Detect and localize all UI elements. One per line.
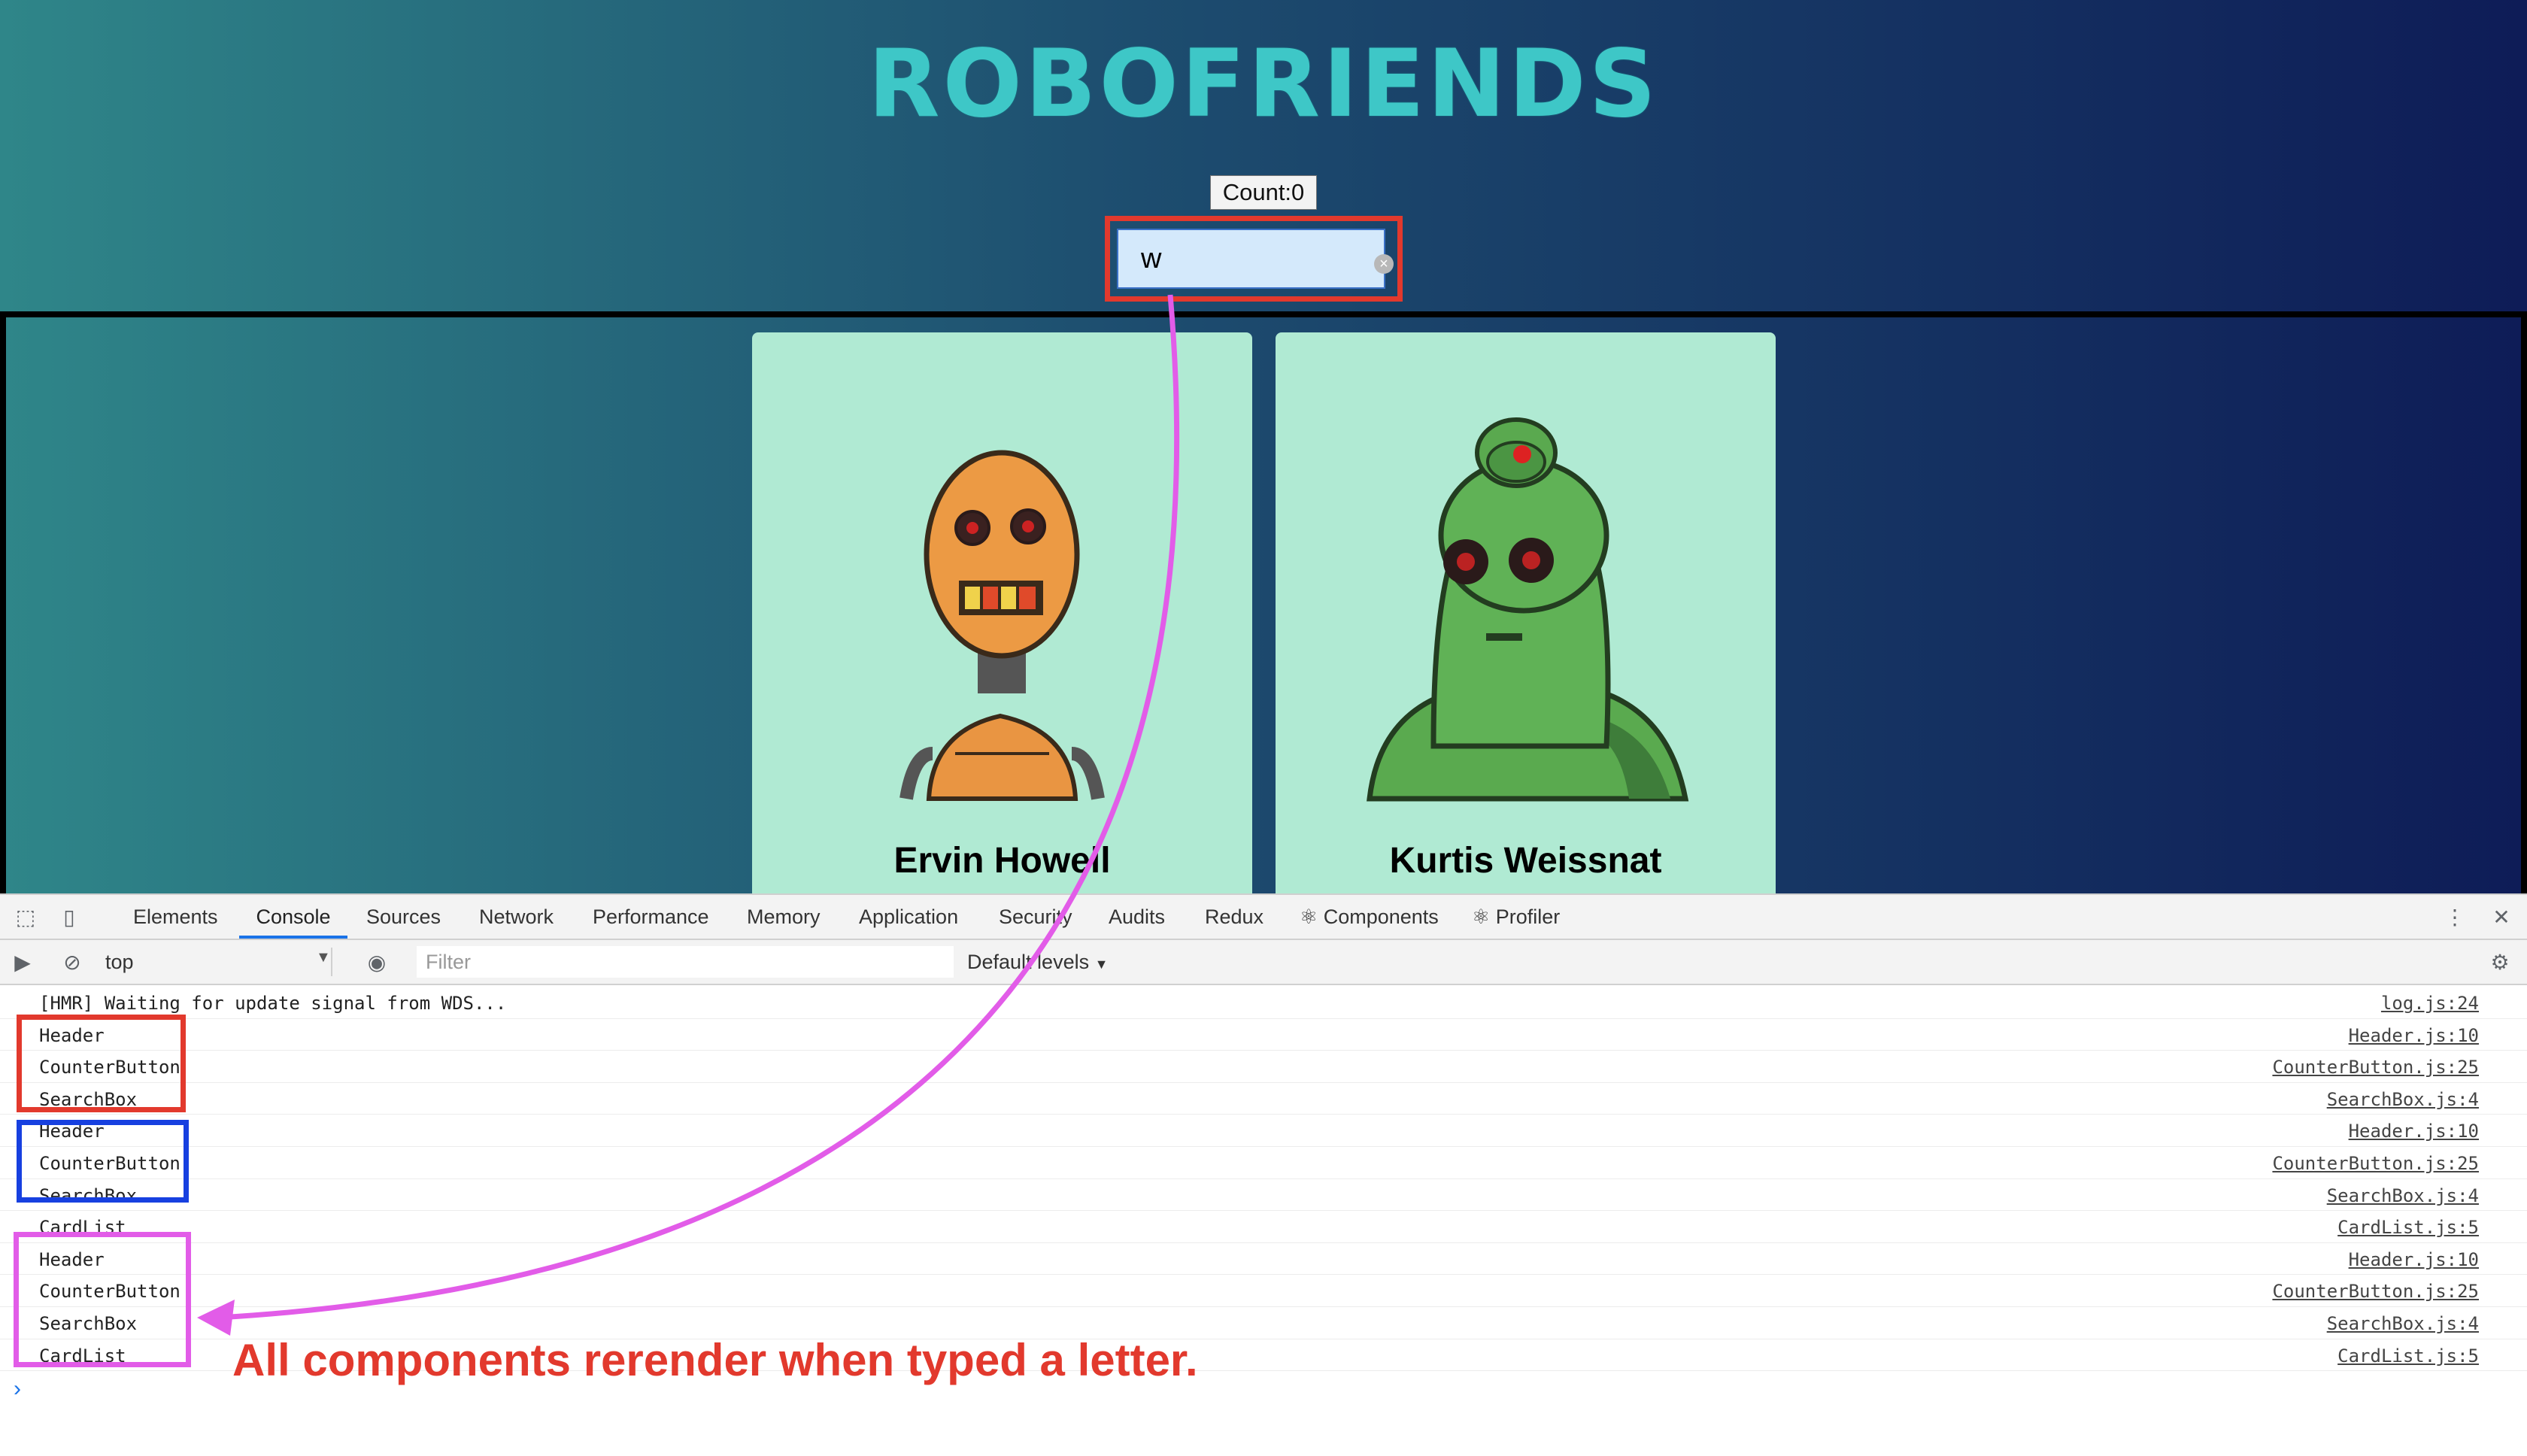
annotation-text: All components rerender when typed a let… xyxy=(232,1335,1198,1385)
annotation-arrow xyxy=(197,294,1180,1336)
